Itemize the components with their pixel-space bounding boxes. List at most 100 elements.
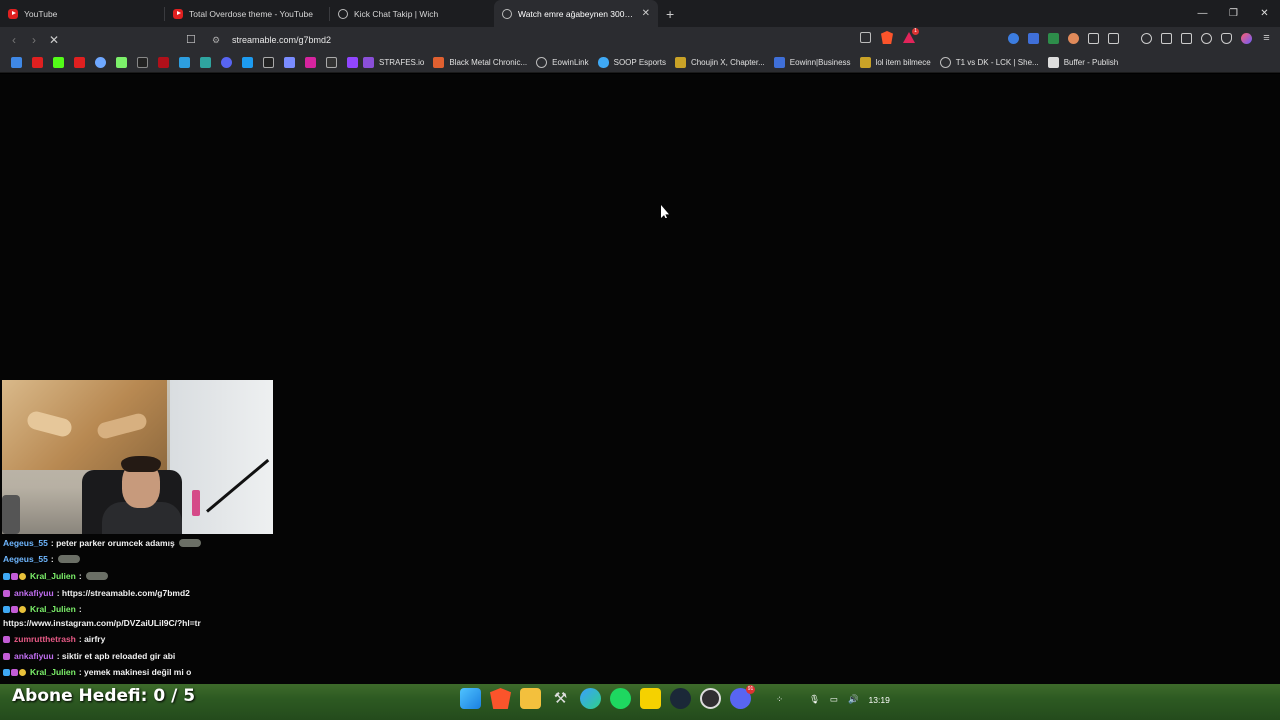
chat-text: : [78, 571, 82, 581]
brave-rewards-button[interactable]: 1 [903, 28, 919, 43]
brave-browser-icon[interactable] [490, 688, 511, 709]
extension-bitwarden-icon[interactable] [1028, 33, 1039, 44]
youtube-icon [173, 8, 183, 19]
file-explorer-icon[interactable] [520, 688, 541, 709]
back-button[interactable]: ‹ [4, 33, 24, 47]
share-icon[interactable] [860, 32, 871, 43]
stop-loading-button[interactable]: ✕ [44, 33, 64, 47]
bookmark-swirl-icon[interactable] [95, 57, 106, 68]
pink-light [192, 490, 200, 516]
taskbar-apps: ⚒ 91 [460, 685, 755, 709]
bookmark-label: STRAFES.io [379, 58, 425, 67]
restore-button[interactable]: ❐ [1218, 0, 1249, 27]
spotify-icon[interactable] [610, 688, 631, 709]
bookmark-soop[interactable]: SOOP Esports [597, 57, 666, 68]
app-globe-icon[interactable] [580, 688, 601, 709]
music-note-icon[interactable] [1141, 33, 1152, 44]
bookmark-black-metal[interactable]: Black Metal Chronic... [433, 57, 527, 68]
site-info-icon[interactable]: ⚙ [212, 35, 222, 45]
discord-badge: 91 [746, 685, 755, 694]
profile-avatar-icon[interactable] [1241, 33, 1252, 44]
chat-username: Aegeus_55 [3, 538, 48, 548]
bookmark-choujin[interactable]: Choujin X, Chapter... [674, 57, 765, 68]
bookmark-buffer[interactable]: Buffer - Publish [1047, 57, 1118, 68]
obs-icon[interactable] [700, 688, 721, 709]
address-bar-actions: 1 [860, 28, 919, 44]
menu-icon[interactable]: ≡ [1261, 33, 1272, 44]
bookmark-strafes[interactable]: STRAFES.io [363, 57, 424, 68]
bookmark-app-icon[interactable] [284, 57, 295, 68]
volume-icon[interactable]: 🔊 [848, 694, 859, 705]
bookmark-youtube-icon[interactable] [32, 57, 43, 68]
extensions-puzzle-icon[interactable] [1088, 33, 1099, 44]
clock[interactable]: 13:19 [869, 695, 890, 705]
chat-text: : [78, 604, 82, 614]
hammer-tool-icon[interactable]: ⚒ [550, 688, 571, 709]
globe-icon [536, 57, 548, 68]
bookmark-l-icon[interactable] [179, 57, 190, 68]
brave-shields-icon[interactable] [881, 31, 893, 44]
tab-streamable-active[interactable]: Watch emre ağabeynen 300+ ka ✕ [494, 0, 658, 27]
badge-icon [11, 668, 18, 676]
bookmark-tiktok-icon[interactable] [137, 57, 148, 68]
bookmark-lol-item[interactable]: lol item bilmece [859, 57, 931, 68]
bookmark-clover-icon[interactable] [116, 57, 127, 68]
tab-youtube[interactable]: YouTube [0, 0, 164, 27]
tab-close-icon[interactable]: ✕ [642, 8, 650, 19]
bookmark-label: T1 vs DK - LCK | She... [955, 58, 1039, 67]
tab-total-overdose[interactable]: Total Overdose theme - YouTube [165, 0, 329, 27]
new-tab-button[interactable]: + [666, 6, 674, 22]
blogger-icon [433, 57, 445, 68]
b-icon [859, 57, 871, 68]
bookmarks-bar: STRAFES.io Black Metal Chronic... EowinL… [0, 53, 1280, 73]
screen: YouTube Total Overdose theme - YouTube K… [0, 0, 1280, 720]
tab-kick-chat[interactable]: Kick Chat Takip | Wich [330, 0, 494, 27]
wallet-icon[interactable] [1181, 33, 1192, 44]
chat-text: : airfry [78, 634, 106, 644]
leo-ai-icon[interactable] [1201, 33, 1212, 44]
bookmark-instagram-icon[interactable] [305, 57, 316, 68]
bookmark-x-icon[interactable] [263, 57, 274, 68]
globe-icon [338, 8, 348, 19]
extension-wifi-icon[interactable] [1008, 33, 1019, 44]
steam-icon[interactable] [670, 688, 691, 709]
sidebar-icon[interactable] [1161, 33, 1172, 44]
address-bar[interactable]: ⚙ streamable.com/g7bmd2 [180, 30, 930, 50]
badge-icon [11, 605, 18, 613]
badge-icon [19, 572, 26, 580]
bookmark-gmail-icon[interactable] [11, 57, 22, 68]
bookmark-youtube-icon[interactable] [74, 57, 85, 68]
badge-icon [19, 605, 26, 613]
window-light [170, 380, 273, 534]
chat-message: ankafiyuu : siktir et apb reloaded gir a… [3, 651, 175, 661]
media-icon[interactable] [1108, 33, 1119, 44]
bookmark-twitter-icon[interactable] [242, 57, 253, 68]
minimize-button[interactable]: — [1187, 0, 1218, 27]
bookmark-eowinn-business[interactable]: Eowinn|Business [773, 57, 851, 68]
windows-start-icon[interactable] [460, 688, 481, 709]
sticky-notes-icon[interactable] [640, 688, 661, 709]
guitar [2, 495, 20, 534]
bookmark-twitch-icon[interactable] [347, 57, 358, 68]
painting-hand [95, 411, 149, 441]
chat-message: ankafiyuu : https://streamable.com/g7bmd… [3, 588, 190, 598]
bookmark-red-icon[interactable] [158, 57, 169, 68]
extension-ghost-icon[interactable] [1068, 33, 1079, 44]
forward-button[interactable]: › [24, 33, 44, 47]
network-icon[interactable]: ▭ [830, 694, 838, 705]
bookmark-eowinlink[interactable]: EowinLink [536, 57, 589, 68]
bookmark-label: SOOP Esports [613, 58, 666, 67]
bookmark-kr-icon[interactable] [326, 57, 337, 68]
vpn-shield-icon[interactable] [1221, 33, 1232, 44]
tray-overflow-icon[interactable]: ⁘ [776, 694, 783, 705]
microphone-icon[interactable]: 🎙 [809, 694, 820, 705]
close-button[interactable]: ✕ [1249, 0, 1280, 27]
bookmark-t1-dk[interactable]: T1 vs DK - LCK | She... [939, 57, 1039, 68]
discord-icon[interactable]: 91 [730, 685, 755, 709]
bookmark-discord-icon[interactable] [221, 57, 232, 68]
chat-message: Kral_Julien : [3, 571, 108, 581]
bookmark-d-icon[interactable] [200, 57, 211, 68]
extension-excel-icon[interactable] [1048, 33, 1059, 44]
bookmark-kick-icon[interactable] [53, 57, 64, 68]
chat-message: Aegeus_55 : peter parker orumcek adamış [3, 538, 201, 548]
